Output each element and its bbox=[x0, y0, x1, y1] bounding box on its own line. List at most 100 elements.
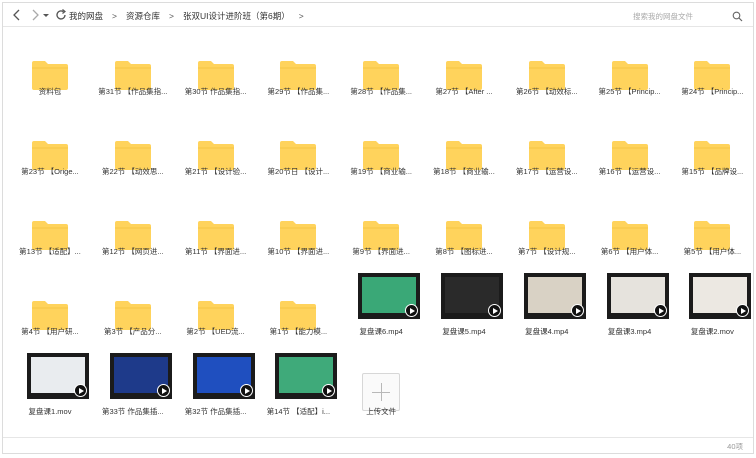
folder-item[interactable]: 第22节 【动效思... bbox=[92, 109, 174, 189]
video-file-item[interactable]: 第14节 【适配】i... bbox=[257, 349, 339, 429]
video-thumbnail bbox=[358, 273, 421, 319]
video-thumbnail bbox=[441, 273, 503, 319]
play-icon bbox=[488, 304, 501, 317]
breadcrumb-item[interactable]: 张双UI设计进阶班（第6期） bbox=[183, 8, 290, 24]
file-name: 第33节 作品集插... bbox=[101, 407, 164, 416]
video-file-item[interactable]: 第33节 作品集插... bbox=[92, 349, 174, 429]
file-name: 第17节 【运营设... bbox=[515, 167, 578, 176]
video-file-item[interactable]: 复盘课1.mov bbox=[9, 349, 91, 429]
folder-item[interactable]: 第5节 【用户体... bbox=[671, 189, 753, 269]
chevron-right-icon[interactable]: > bbox=[299, 8, 304, 24]
folder-item[interactable]: 第28节 【作品集... bbox=[340, 29, 422, 109]
video-file-item[interactable]: 第32节 作品集插... bbox=[175, 349, 257, 429]
folder-item[interactable]: 第16节 【运营设... bbox=[589, 109, 671, 189]
folder-item[interactable]: 第23节 【Orige... bbox=[9, 109, 91, 189]
video-thumbnail bbox=[606, 273, 669, 319]
breadcrumb-item[interactable]: 资源仓库 bbox=[126, 8, 160, 24]
file-name: 第25节 【Princip... bbox=[598, 87, 661, 96]
video-thumbnail bbox=[109, 353, 172, 399]
folder-item[interactable]: 第8节 【图标进... bbox=[423, 189, 505, 269]
folder-item[interactable]: 第30节 作品集指... bbox=[175, 29, 257, 109]
file-name: 第22节 【动效思... bbox=[101, 167, 164, 176]
video-thumbnail bbox=[523, 273, 586, 319]
breadcrumb-item[interactable]: 我的网盘 bbox=[69, 8, 103, 24]
file-name: 第26节 【动效标... bbox=[515, 87, 578, 96]
file-name: 第27节 【After ... bbox=[435, 87, 493, 96]
file-name: 上传文件 bbox=[366, 407, 397, 416]
history-dropdown-icon[interactable] bbox=[41, 7, 51, 23]
play-icon bbox=[322, 384, 336, 397]
folder-item[interactable]: 第17节 【运营设... bbox=[506, 109, 588, 189]
file-name: 第8节 【图标进... bbox=[435, 247, 493, 256]
folder-item[interactable]: 第11节 【界面进... bbox=[175, 189, 257, 269]
file-name: 复盘课3.mp4 bbox=[607, 327, 652, 336]
folder-item[interactable]: 第7节 【设计规... bbox=[506, 189, 588, 269]
folder-item[interactable]: 第2节 【UED流... bbox=[175, 269, 257, 349]
refresh-icon[interactable] bbox=[53, 7, 69, 23]
folder-item[interactable]: 第18节 【商业输... bbox=[423, 109, 505, 189]
video-file-item[interactable]: 复盘课5.mp4 bbox=[423, 269, 505, 349]
file-name: 第4节 【用户研... bbox=[21, 327, 79, 336]
folder-item[interactable]: 第1节 【能力模... bbox=[257, 269, 339, 349]
scrollbar[interactable] bbox=[747, 31, 751, 435]
folder-item[interactable]: 第31节 【作品集指... bbox=[92, 29, 174, 109]
video-file-item[interactable]: 复盘课2.mov bbox=[671, 269, 753, 349]
folder-item[interactable]: 第12节 【网页进... bbox=[92, 189, 174, 269]
file-name: 第31节 【作品集指... bbox=[98, 87, 168, 96]
play-icon bbox=[570, 304, 584, 317]
play-icon bbox=[239, 384, 253, 397]
chevron-right-icon: > bbox=[169, 11, 174, 21]
file-name: 第23节 【Orige... bbox=[21, 167, 79, 176]
folder-item[interactable]: 第6节 【用户体... bbox=[589, 189, 671, 269]
file-name: 第15节 【品牌设... bbox=[681, 167, 744, 176]
file-name: 第3节 【产品分... bbox=[104, 327, 162, 336]
folder-item[interactable]: 第13节 【适配】... bbox=[9, 189, 91, 269]
file-name: 第13节 【适配】... bbox=[19, 247, 81, 256]
folder-item[interactable]: 第19节 【商业输... bbox=[340, 109, 422, 189]
folder-item[interactable]: 第3节 【产品分... bbox=[92, 269, 174, 349]
folder-item[interactable]: 第29节 【作品集... bbox=[257, 29, 339, 109]
folder-item[interactable]: 第4节 【用户研... bbox=[9, 269, 91, 349]
file-name: 第9节 【界面进... bbox=[352, 247, 410, 256]
folder-item[interactable]: 第15节 【品牌设... bbox=[671, 109, 753, 189]
breadcrumb: 我的网盘 > 资源仓库 > 张双UI设计进阶班（第6期） > bbox=[69, 8, 313, 24]
file-name: 第28节 【作品集... bbox=[350, 87, 413, 96]
file-name: 复盘课1.mov bbox=[28, 407, 72, 416]
file-name: 第7节 【设计规... bbox=[518, 247, 576, 256]
video-file-item[interactable]: 复盘课3.mp4 bbox=[589, 269, 671, 349]
file-name: 第1节 【能力模... bbox=[269, 327, 328, 336]
file-name: 第24节 【Princip... bbox=[681, 87, 744, 96]
folder-item[interactable]: 第20节日 【设计... bbox=[257, 109, 339, 189]
file-name: 第5节 【用户体... bbox=[683, 247, 742, 256]
folder-item[interactable]: 第9节 【界面进... bbox=[340, 189, 422, 269]
folder-item[interactable]: 第25节 【Princip... bbox=[589, 29, 671, 109]
item-count: 40项 bbox=[727, 442, 743, 451]
file-name: 第29节 【作品集... bbox=[267, 87, 330, 96]
status-bar: 40项 bbox=[3, 437, 753, 453]
folder-item[interactable]: 第10节 【界面进... bbox=[257, 189, 339, 269]
file-name: 第21节 【设计验... bbox=[184, 167, 247, 176]
file-name: 第2节 【UED流... bbox=[186, 327, 245, 336]
video-file-item[interactable]: 复盘课4.mp4 bbox=[506, 269, 588, 349]
play-icon bbox=[405, 304, 419, 317]
back-arrow-icon[interactable] bbox=[9, 7, 25, 23]
folder-item[interactable]: 第24节 【Princip... bbox=[671, 29, 753, 109]
folder-item[interactable]: 第27节 【After ... bbox=[423, 29, 505, 109]
video-file-item[interactable]: 复盘课6.mp4 bbox=[340, 269, 422, 349]
file-name: 复盘课6.mp4 bbox=[359, 327, 403, 336]
folder-item[interactable]: 第21节 【设计验... bbox=[175, 109, 257, 189]
file-name: 第30节 作品集指... bbox=[184, 87, 247, 96]
folder-item[interactable]: 资料包 bbox=[9, 29, 91, 109]
upload-file-button[interactable]: 上传文件 bbox=[340, 349, 422, 429]
file-name: 第14节 【适配】i... bbox=[266, 407, 331, 416]
play-icon bbox=[74, 384, 87, 397]
file-manager-window: 我的网盘 > 资源仓库 > 张双UI设计进阶班（第6期） > 资料包 第31节 【作品集指.… bbox=[2, 2, 754, 454]
folder-item[interactable]: 第26节 【动效标... bbox=[506, 29, 588, 109]
search-icon[interactable] bbox=[732, 9, 743, 22]
file-name: 复盘课5.mp4 bbox=[442, 327, 486, 336]
file-name: 复盘课2.mov bbox=[690, 327, 734, 336]
file-name: 第20节日 【设计... bbox=[267, 167, 330, 176]
search-box bbox=[627, 6, 751, 26]
toolbar: 我的网盘 > 资源仓库 > 张双UI设计进阶班（第6期） > bbox=[3, 3, 753, 27]
file-name: 第12节 【网页进... bbox=[101, 247, 164, 256]
